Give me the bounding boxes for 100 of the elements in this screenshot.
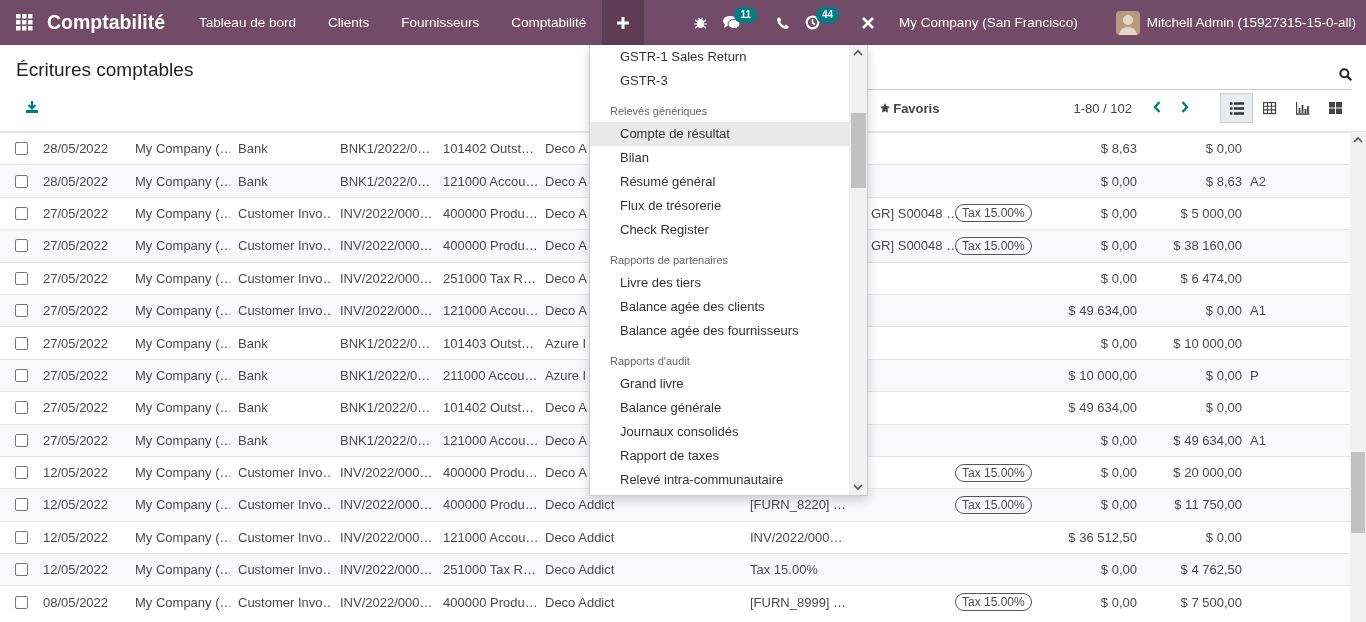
menu-item[interactable]: Clients	[311, 0, 386, 45]
table-cell: INV/2022/000…	[340, 205, 433, 221]
report-menu-item[interactable]: Balance agée des clients	[590, 295, 849, 319]
table-cell: 27/05/2022	[43, 400, 109, 416]
scrollbar-thumb[interactable]	[1351, 452, 1365, 533]
table-cell: Bank	[238, 367, 268, 383]
table-cell: My Company (…	[135, 205, 230, 221]
table-cell: [FURN_8999] …	[750, 594, 847, 610]
avatar-icon	[1115, 10, 1140, 35]
table-cell: $ 0,00	[1205, 529, 1242, 545]
plus-menu-button[interactable]	[602, 0, 645, 45]
table-cell: 400000 Produ…	[443, 205, 537, 221]
report-menu-item[interactable]: Flux de trésorerie	[590, 194, 849, 218]
table-cell: Deco Addict	[545, 562, 615, 578]
table-cell: $ 8,63	[1100, 141, 1137, 157]
table-cell: INV/2022/000…	[340, 270, 433, 286]
report-menu-item[interactable]: Rapport de taxes	[590, 444, 849, 468]
report-menu-item[interactable]: GSTR-3	[590, 69, 849, 93]
table-cell: Deco A	[545, 141, 587, 157]
user-name[interactable]: Mitchell Admin (15927315-15-0-all)	[1146, 15, 1356, 30]
table-cell: $ 0,00	[1205, 141, 1242, 157]
scrollbar[interactable]	[849, 45, 867, 495]
phone-icon	[776, 16, 789, 29]
table-cell: $ 49 634,00	[1068, 400, 1137, 416]
table-cell: Deco A	[545, 465, 587, 481]
table-cell: 12/05/2022	[43, 529, 109, 545]
table-cell: $ 0,00	[1100, 205, 1137, 221]
table-cell: $ 0,00	[1205, 303, 1242, 319]
row-checkbox[interactable]	[15, 530, 28, 544]
menu-section-header: Rapports d'audit	[610, 355, 690, 367]
row-checkbox[interactable]	[15, 368, 28, 382]
table-cell: Deco A	[545, 400, 587, 416]
report-menu-item[interactable]: Check Register	[590, 218, 849, 242]
scroll-up-icon[interactable]	[1353, 136, 1363, 143]
pager-value[interactable]: 1-80 / 102	[1073, 100, 1132, 116]
table-cell: Azure I	[545, 367, 587, 383]
table-cell: 28/05/2022	[43, 173, 109, 189]
report-menu-item[interactable]: Bilan	[590, 146, 849, 170]
scrollbar[interactable]	[1350, 132, 1366, 622]
table-cell: 27/05/2022	[43, 432, 109, 448]
row-checkbox[interactable]	[15, 174, 28, 188]
table-cell: Customer Invo…	[238, 562, 332, 578]
row-checkbox[interactable]	[15, 401, 28, 415]
table-cell: $ 0,00	[1100, 270, 1137, 286]
row-checkbox[interactable]	[15, 336, 28, 350]
chevron-right-icon	[1181, 100, 1189, 113]
company-switcher[interactable]: My Company (San Francisco)	[889, 0, 1088, 45]
table-cell: Deco A	[545, 303, 587, 319]
report-menu-item[interactable]: Grand livre	[590, 372, 849, 396]
favorites-button[interactable]: Favoris	[874, 99, 946, 117]
table-cell: $ 36 512,50	[1068, 529, 1137, 545]
table-cell: 12/05/2022	[43, 465, 109, 481]
row-checkbox[interactable]	[15, 563, 28, 577]
table-cell: Deco Addict	[545, 497, 615, 513]
row-checkbox[interactable]	[15, 498, 28, 512]
report-menu-item[interactable]: Relevé intra-communautaire	[590, 468, 849, 492]
table-cell: P	[1250, 367, 1259, 383]
row-checkbox[interactable]	[15, 239, 28, 253]
star-icon	[880, 103, 891, 113]
table-cell: BNK1/2022/0…	[340, 141, 431, 157]
report-menu-item[interactable]: Résumé général	[590, 170, 849, 194]
report-menu-item[interactable]: Compte de résultat	[590, 122, 849, 146]
table-cell: Customer Invo…	[238, 497, 332, 513]
table-cell: INV/2022/000…	[340, 594, 433, 610]
table-cell: $ 0,00	[1100, 497, 1137, 513]
report-menu-item[interactable]: GSTR-1 Sales Return	[590, 45, 849, 69]
row-checkbox[interactable]	[15, 595, 28, 609]
menu-item[interactable]: Tableau de bord	[183, 0, 312, 45]
table-cell: A2	[1250, 173, 1266, 189]
report-menu-item[interactable]: Livre des tiers	[590, 271, 849, 295]
table-cell: 251000 Tax R…	[443, 270, 536, 286]
row-checkbox[interactable]	[15, 142, 28, 156]
table-cell: 12/05/2022	[43, 497, 109, 513]
scroll-down-icon[interactable]	[853, 484, 863, 491]
menu-item[interactable]: Comptabilité	[495, 0, 603, 45]
report-menu-item[interactable]: Journaux consolidés	[590, 420, 849, 444]
scroll-up-icon[interactable]	[853, 49, 863, 56]
table-cell: 211000 Accou…	[443, 367, 537, 383]
menu-section-header: Rapports de partenaires	[610, 254, 728, 266]
table-cell: My Company (…	[135, 400, 230, 416]
notification-badge: 44	[815, 6, 840, 23]
row-checkbox[interactable]	[15, 271, 28, 285]
table-cell: Deco A	[545, 270, 587, 286]
row-checkbox[interactable]	[15, 206, 28, 220]
apps-menu-button[interactable]	[16, 14, 33, 31]
row-checkbox[interactable]	[15, 304, 28, 318]
table-cell: My Company (…	[135, 594, 230, 610]
row-checkbox[interactable]	[15, 466, 28, 480]
scrollbar-thumb[interactable]	[851, 113, 866, 188]
table-cell: Bank	[238, 141, 268, 157]
view-switch-button[interactable]	[1220, 93, 1253, 123]
report-menu-item[interactable]: Balance agée des fournisseurs	[590, 319, 849, 343]
table-cell: My Company (…	[135, 303, 230, 319]
download-icon	[26, 100, 38, 113]
menu-item[interactable]: Fournisseurs	[385, 0, 496, 45]
report-menu-item[interactable]: Balance générale	[590, 396, 849, 420]
table-cell: $ 0,00	[1100, 465, 1137, 481]
table-cell: $ 11 750,00	[1174, 497, 1242, 513]
table-cell: My Company (…	[135, 141, 230, 157]
row-checkbox[interactable]	[15, 433, 28, 447]
